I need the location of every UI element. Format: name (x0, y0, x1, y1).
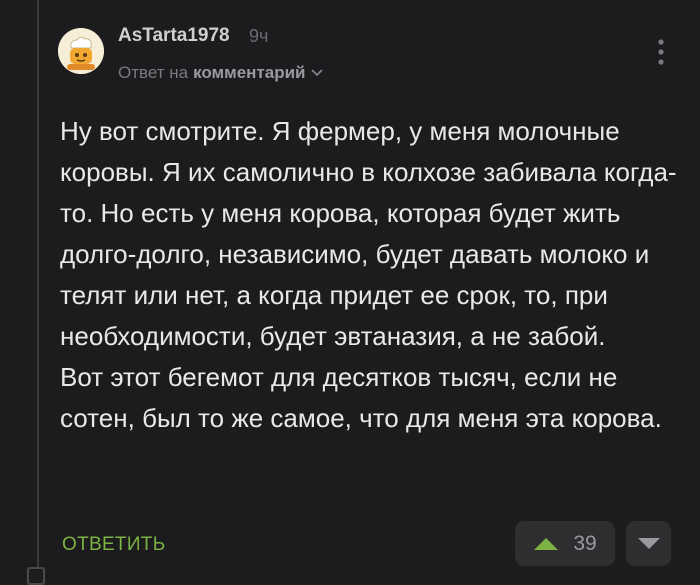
upvote-button[interactable]: 39 (515, 521, 615, 566)
thread-line (37, 0, 39, 579)
avatar[interactable] (58, 28, 104, 74)
comment-time: 9ч (249, 26, 269, 46)
collapse-thread-button[interactable] (27, 567, 45, 585)
comment-body: Ну вот смотрите. Я фермер, у меня молочн… (60, 111, 680, 439)
chevron-down-icon (311, 69, 324, 77)
comment-paragraph: Ну вот смотрите. Я фермер, у меня молочн… (60, 116, 677, 351)
arrow-up-triangle-icon (534, 537, 559, 550)
avatar-icon (58, 28, 104, 74)
downvote-button[interactable] (626, 521, 671, 566)
comment-author[interactable]: AsTarta1978 (118, 25, 230, 47)
reply-to-link[interactable]: Ответ на комментарий (118, 63, 324, 83)
reply-to-target: комментарий (193, 63, 306, 82)
arrow-down-triangle-icon (637, 538, 660, 549)
rating-count: 39 (573, 531, 597, 555)
reply-to-prefix: Ответ на (118, 63, 189, 82)
more-vertical-icon[interactable] (654, 38, 668, 68)
comment-paragraph: Вот этот бегемот для десятков тысяч, есл… (60, 362, 662, 433)
reply-button[interactable]: ОТВЕТИТЬ (62, 534, 165, 556)
